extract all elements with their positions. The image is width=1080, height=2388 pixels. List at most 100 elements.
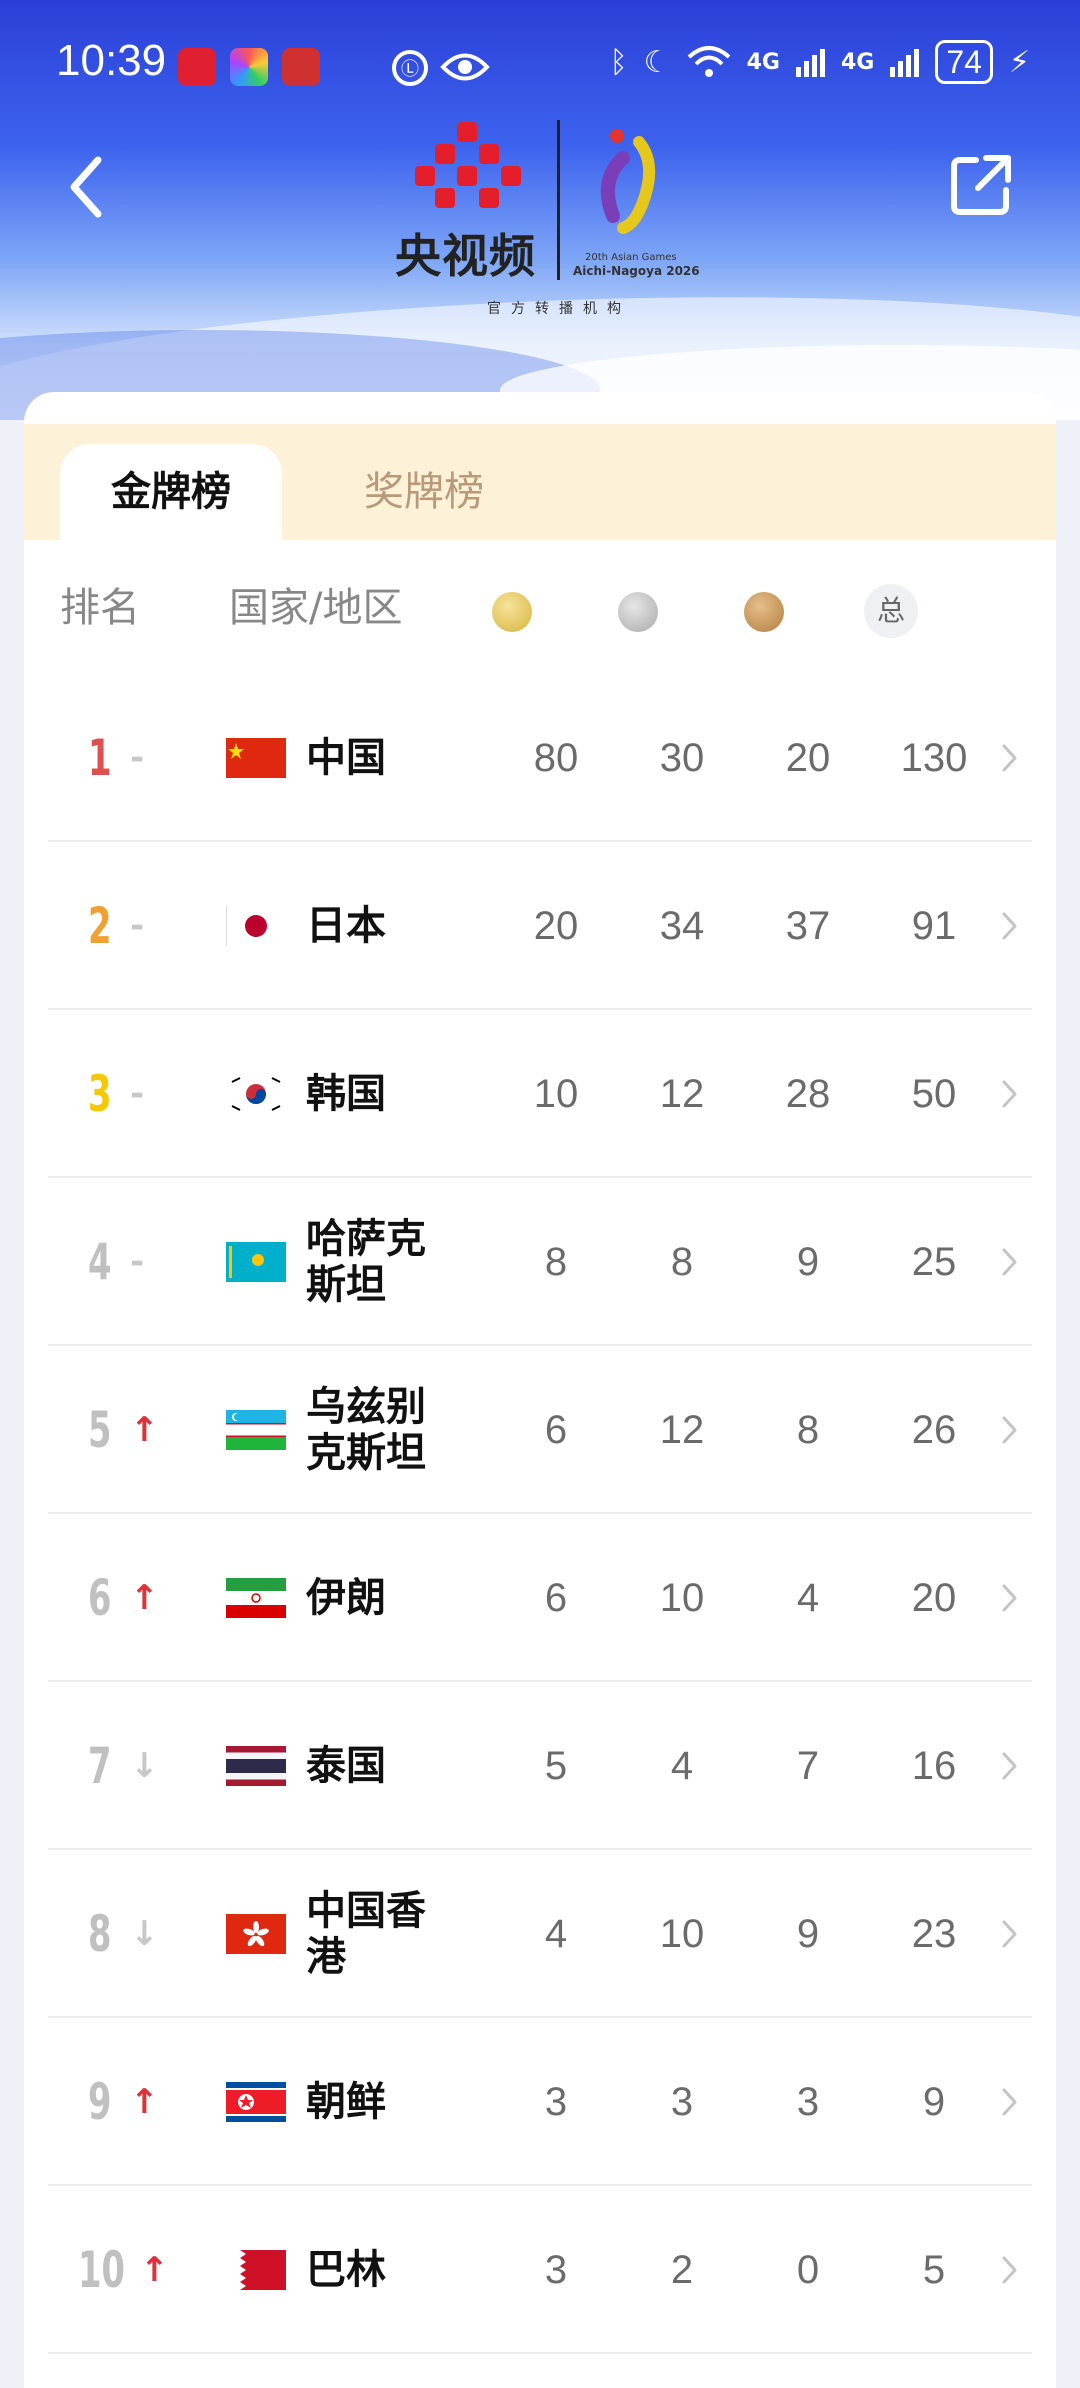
china-flag bbox=[226, 738, 286, 778]
table-header: 排名 国家/地区 总 bbox=[24, 558, 1056, 658]
bronze-count: 0 bbox=[796, 2248, 820, 2292]
dash-icon: - bbox=[130, 906, 145, 946]
korea-flag bbox=[226, 1074, 286, 1114]
ranking-row[interactable]: 1- 中国 80 30 20 130 bbox=[48, 674, 1032, 842]
kazakhstan-flag bbox=[226, 1242, 286, 1282]
bronze-count: 3 bbox=[796, 2080, 820, 2124]
chevron-right-icon[interactable] bbox=[1000, 1076, 1020, 1112]
total-header-icon: 总 bbox=[864, 584, 918, 638]
silver-count: 8 bbox=[670, 1240, 694, 1284]
broadcaster-subtitle: 官方转播机构 bbox=[487, 301, 631, 317]
chevron-right-icon[interactable] bbox=[1000, 908, 1020, 944]
bronze-count: 7 bbox=[796, 1744, 820, 1788]
ranking-row[interactable]: 2- 日本 20 34 37 91 bbox=[48, 842, 1032, 1010]
dash-icon: - bbox=[130, 1242, 145, 1282]
country-name: 泰国 bbox=[306, 1743, 386, 1789]
tab-medal-ranking[interactable]: 奖牌榜 bbox=[314, 444, 534, 540]
share-icon[interactable] bbox=[946, 150, 1016, 220]
gold-count: 3 bbox=[544, 2248, 568, 2292]
total-count: 20 bbox=[911, 1576, 957, 1620]
eye-icon bbox=[440, 53, 490, 81]
gold-medal-icon bbox=[492, 592, 532, 632]
chevron-right-icon[interactable] bbox=[1000, 2084, 1020, 2120]
moon-icon: ☾ bbox=[643, 44, 671, 80]
gold-count: 6 bbox=[544, 1408, 568, 1452]
signal-bars-icon bbox=[890, 47, 920, 77]
gold-count: 6 bbox=[544, 1576, 568, 1620]
silver-count: 10 bbox=[659, 1576, 705, 1620]
tab-bar: 金牌榜 奖牌榜 bbox=[24, 424, 1056, 540]
total-count: 26 bbox=[911, 1408, 957, 1452]
total-count: 5 bbox=[922, 2248, 946, 2292]
ranking-row[interactable]: 10 ↑ 巴林 3 2 0 5 bbox=[48, 2186, 1032, 2354]
chevron-right-icon[interactable] bbox=[1000, 740, 1020, 776]
header-country: 国家/地区 bbox=[229, 585, 403, 631]
silver-count: 2 bbox=[670, 2248, 694, 2292]
rank-number: 10 bbox=[78, 2241, 125, 2299]
ranking-row[interactable]: 3- 韩国 10 12 28 50 bbox=[48, 1010, 1032, 1178]
silver-medal-icon bbox=[618, 592, 658, 632]
wifi-icon bbox=[687, 46, 730, 77]
chevron-right-icon[interactable] bbox=[1000, 1244, 1020, 1280]
gold-count: 80 bbox=[533, 736, 579, 780]
chevron-right-icon[interactable] bbox=[1000, 1412, 1020, 1448]
dash-icon: - bbox=[130, 738, 145, 778]
games-edition: 20th Asian Games bbox=[585, 252, 677, 263]
signal-4g-label-2: 4G bbox=[840, 49, 875, 75]
rank-number: 1 bbox=[88, 729, 112, 787]
medal-table-card: 金牌榜 奖牌榜 排名 国家/地区 总 1- 中国 80 30 20 130 2- 日本 20 34… bbox=[24, 392, 1056, 2388]
signal-4g-label: 4G bbox=[746, 49, 780, 75]
app-notification-icon bbox=[178, 48, 216, 86]
total-count: 91 bbox=[911, 904, 957, 948]
country-name: 乌兹别克斯坦 bbox=[306, 1384, 426, 1476]
country-name: 哈萨克斯坦 bbox=[306, 1216, 426, 1308]
gold-count: 4 bbox=[544, 1912, 568, 1956]
up-arrow-icon: ↑ bbox=[130, 1578, 159, 1618]
silver-count: 4 bbox=[670, 1744, 694, 1788]
up-arrow-icon: ↑ bbox=[130, 1410, 159, 1450]
uzbekistan-flag bbox=[226, 1410, 286, 1450]
back-arrow-icon[interactable] bbox=[62, 152, 112, 222]
ranking-row[interactable]: 4- 哈萨克斯坦 8 8 9 25 bbox=[48, 1178, 1032, 1346]
silver-count: 34 bbox=[659, 904, 705, 948]
bronze-count: 9 bbox=[796, 1912, 820, 1956]
cctv-dots-icon bbox=[415, 122, 521, 208]
brand-name: 央视频 bbox=[395, 229, 536, 283]
total-count: 50 bbox=[911, 1072, 957, 1116]
silver-count: 3 bbox=[670, 2080, 694, 2124]
ranking-row[interactable]: 9 ↑ 朝鲜 3 3 3 9 bbox=[48, 2018, 1032, 2186]
battery-level: 74 bbox=[935, 40, 993, 84]
dprk-flag bbox=[226, 2082, 286, 2122]
gold-count: 3 bbox=[544, 2080, 568, 2124]
rank-number: 5 bbox=[88, 1401, 112, 1459]
chevron-right-icon[interactable] bbox=[1000, 1580, 1020, 1616]
rank-number: 9 bbox=[88, 2073, 112, 2131]
silver-count: 12 bbox=[659, 1408, 705, 1452]
gold-count: 5 bbox=[544, 1744, 568, 1788]
asian-games-emblem-icon bbox=[600, 129, 656, 234]
tab-gold-ranking[interactable]: 金牌榜 bbox=[60, 444, 282, 540]
chevron-right-icon[interactable] bbox=[1000, 1916, 1020, 1952]
cctv-video-logo: 央视频 官方转播机构 20th Asian Games Aichi-Nagoya… bbox=[395, 120, 705, 320]
ranking-row[interactable]: 8 ↓ 中国香港 4 10 9 23 bbox=[48, 1850, 1032, 2018]
signal-bars-icon bbox=[795, 47, 825, 77]
gold-count: 20 bbox=[533, 904, 579, 948]
silver-count: 10 bbox=[659, 1912, 705, 1956]
ranking-row[interactable]: 7 ↓ 泰国 5 4 7 16 bbox=[48, 1682, 1032, 1850]
rank-number: 4 bbox=[88, 1233, 112, 1291]
status-bar: 10:39 Ⓛ ᛒ ☾ 4G 4G 74 ⚡ bbox=[0, 0, 1080, 130]
ranking-row[interactable]: 5 ↑ 乌兹别克斯坦 6 12 8 26 bbox=[48, 1346, 1032, 1514]
bronze-count: 28 bbox=[785, 1072, 831, 1116]
country-name: 朝鲜 bbox=[306, 2079, 386, 2125]
chevron-right-icon[interactable] bbox=[1000, 1748, 1020, 1784]
total-count: 25 bbox=[911, 1240, 957, 1284]
down-arrow-icon: ↓ bbox=[130, 1914, 159, 1954]
svg-text:Ⓛ: Ⓛ bbox=[401, 59, 419, 80]
bahrain-flag bbox=[226, 2250, 286, 2290]
app-notification-icon bbox=[230, 48, 268, 86]
total-count: 16 bbox=[911, 1744, 957, 1788]
data-saver-icon: Ⓛ bbox=[392, 50, 428, 86]
ranking-row[interactable]: 6 ↑ 伊朗 6 10 4 20 bbox=[48, 1514, 1032, 1682]
chevron-right-icon[interactable] bbox=[1000, 2252, 1020, 2288]
bluetooth-icon: ᛒ bbox=[609, 44, 628, 80]
